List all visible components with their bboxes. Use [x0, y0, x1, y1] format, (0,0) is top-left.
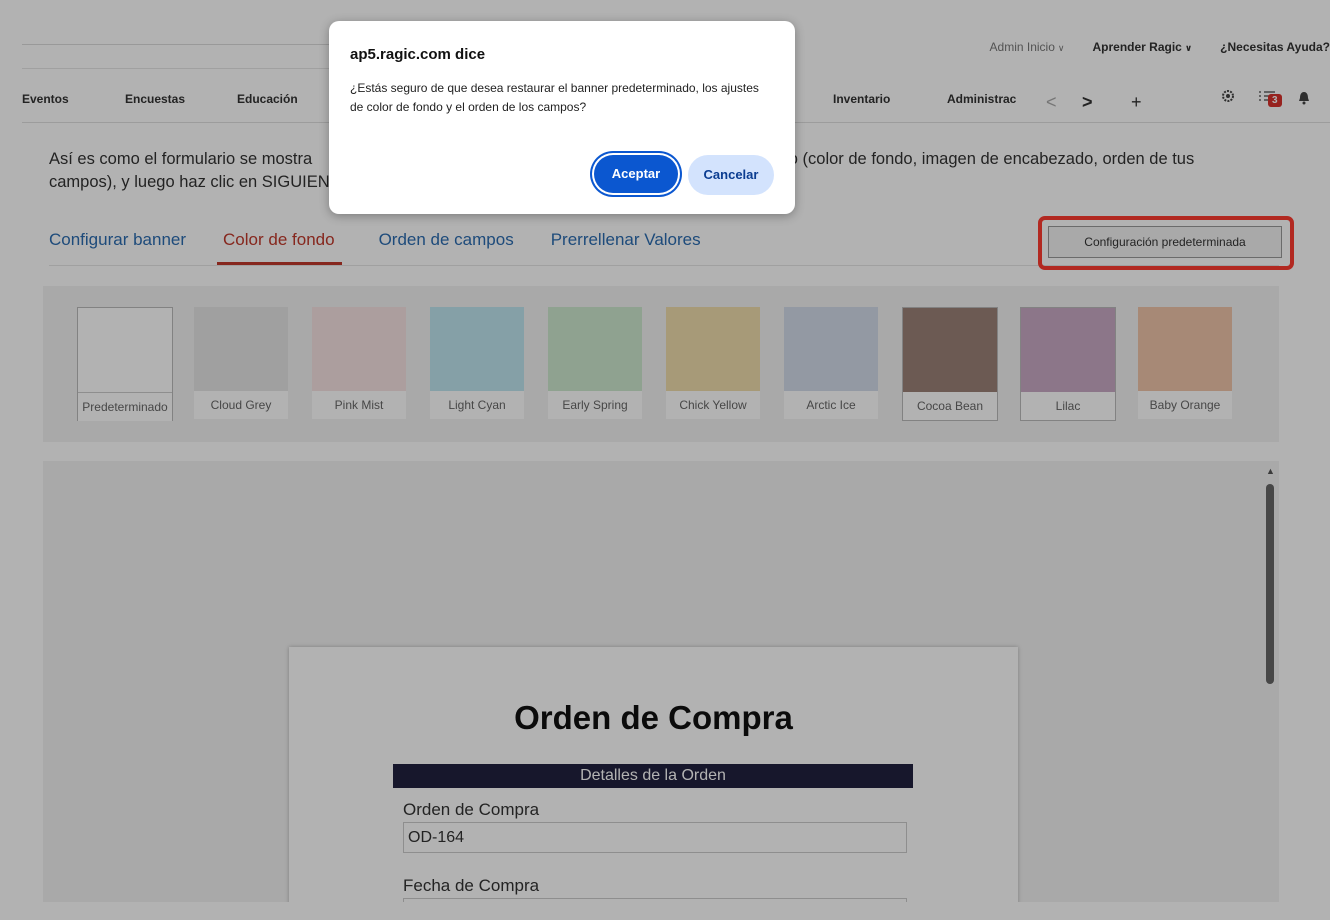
cancel-button[interactable]: Cancelar: [688, 155, 774, 195]
dialog-title: ap5.ragic.com dice: [350, 46, 486, 63]
confirm-dialog: ap5.ragic.com dice ¿Estás seguro de que …: [329, 21, 795, 214]
accept-button[interactable]: Aceptar: [594, 155, 678, 193]
dialog-message: ¿Estás seguro de que desea restaurar el …: [350, 81, 759, 114]
